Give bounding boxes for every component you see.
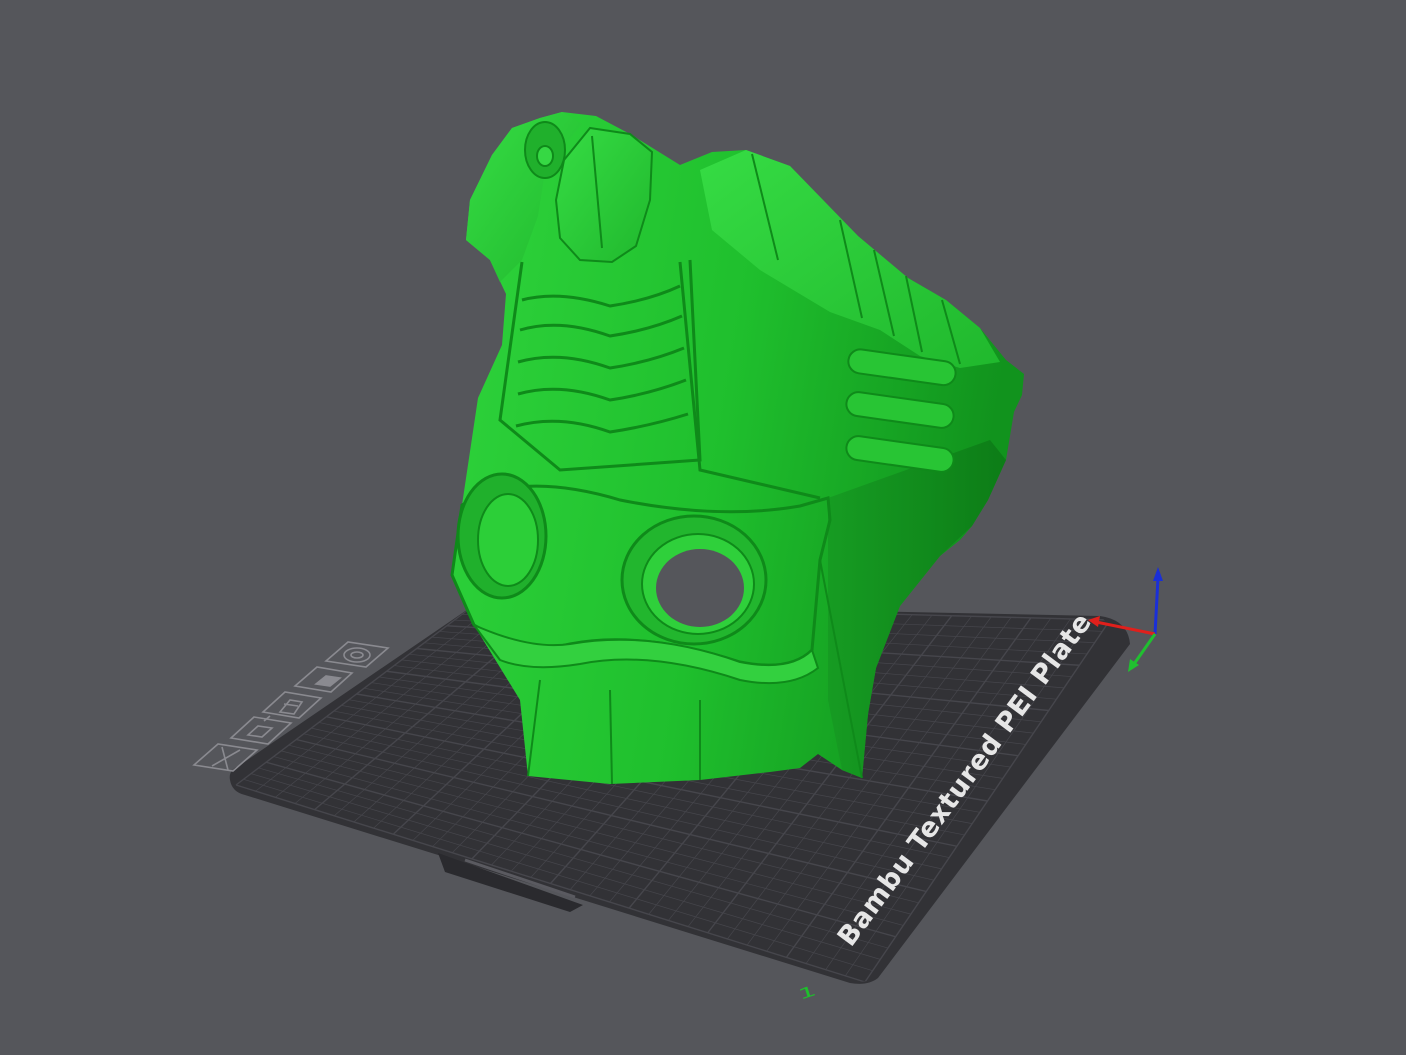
tube-cap-center bbox=[536, 145, 554, 167]
3d-viewport[interactable]: Bambu Textured PEI Plate 1 bbox=[0, 0, 1406, 1055]
plate-settings-icon[interactable] bbox=[324, 641, 390, 668]
helmet-right-eye bbox=[620, 514, 768, 646]
z-axis bbox=[1153, 577, 1160, 635]
helmet-left-eye bbox=[456, 472, 548, 600]
plate-number: 1 bbox=[796, 982, 819, 1003]
y-axis bbox=[1132, 633, 1157, 665]
z-axis-arrow bbox=[1153, 567, 1163, 581]
lock-icon[interactable] bbox=[293, 666, 354, 693]
scene-canvas[interactable]: Bambu Textured PEI Plate 1 bbox=[0, 0, 1406, 1055]
orient-icon[interactable] bbox=[261, 691, 323, 719]
helmet-vents bbox=[845, 348, 957, 473]
